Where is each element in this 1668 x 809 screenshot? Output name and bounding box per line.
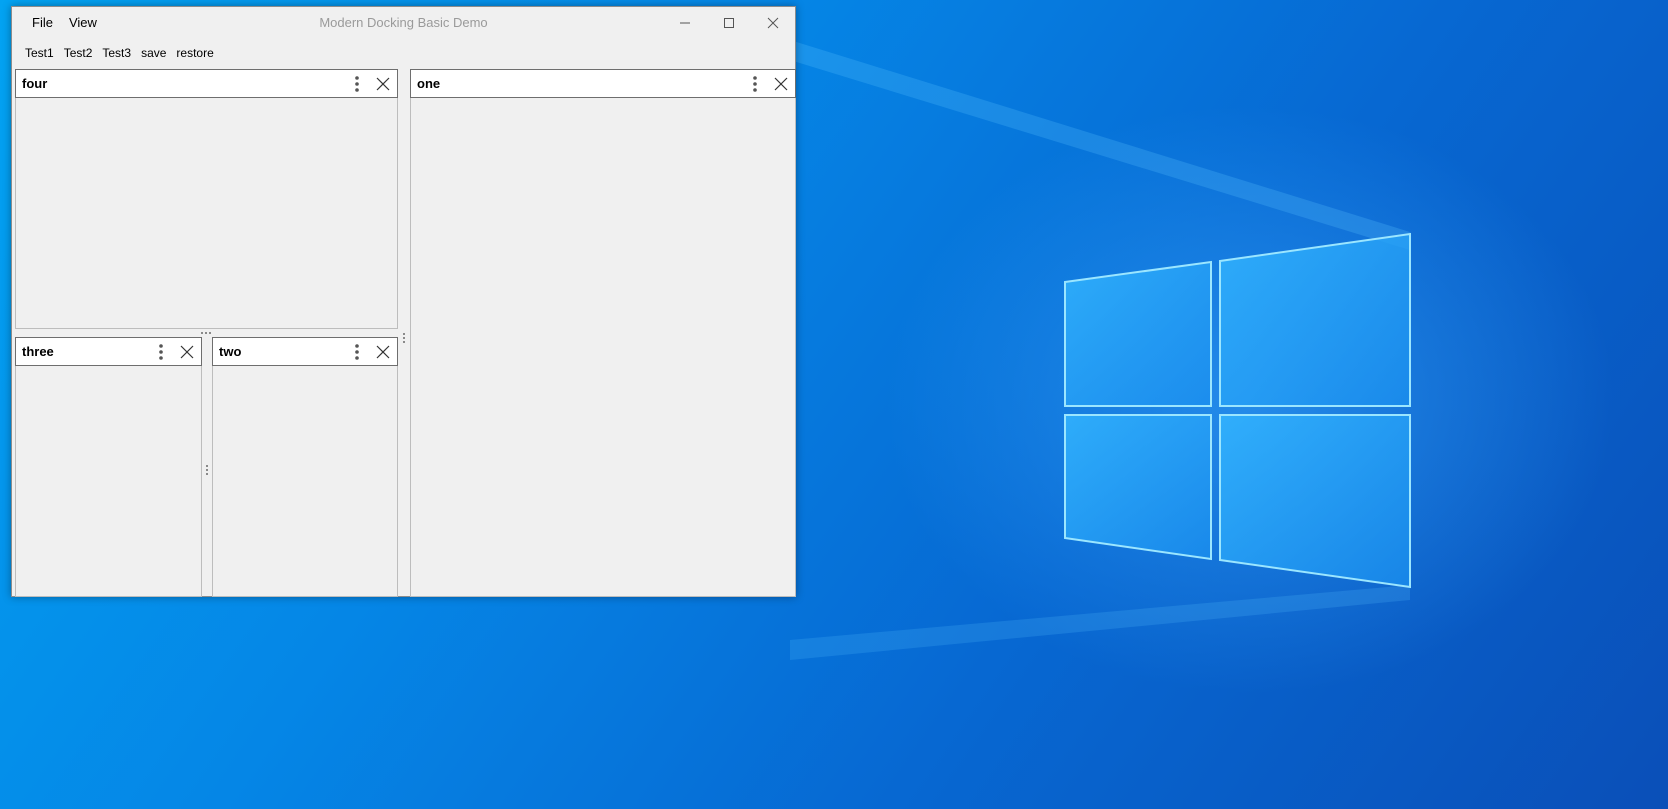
toolbar-test1[interactable]: Test1 <box>20 46 59 60</box>
vertical-ellipsis-icon <box>355 75 359 92</box>
splitter-left-horizontal[interactable] <box>15 329 398 337</box>
toolbar-test2[interactable]: Test2 <box>59 46 98 60</box>
minimize-icon <box>680 22 690 24</box>
close-icon <box>774 77 788 90</box>
close-button[interactable] <box>751 7 795 39</box>
panel-header-four[interactable]: four <box>15 69 398 98</box>
menu-file[interactable]: File <box>24 7 61 39</box>
toolbar-restore[interactable]: restore <box>171 46 218 60</box>
maximize-icon <box>724 18 734 28</box>
splitter-grip-dot <box>205 332 207 334</box>
splitter-grip-dot <box>403 337 405 339</box>
vertical-ellipsis-icon <box>753 75 757 92</box>
maximize-button[interactable] <box>707 7 751 39</box>
close-icon <box>376 77 390 90</box>
dock-panel-one: one <box>410 69 796 597</box>
panel-title-two: two <box>219 344 242 359</box>
panel-title-one: one <box>417 76 441 91</box>
panel-menu-button-one[interactable] <box>743 70 767 97</box>
vertical-ellipsis-icon <box>355 343 359 360</box>
title-bar: Modern Docking Basic Demo File View <box>12 7 795 39</box>
window-controls <box>663 7 795 39</box>
splitter-grip-dot <box>206 465 208 467</box>
menu-bar: File View <box>24 7 105 39</box>
splitter-grip-dot <box>201 332 203 334</box>
panel-menu-button-three[interactable] <box>149 338 173 365</box>
splitter-grip-dot <box>403 333 405 335</box>
menu-view[interactable]: View <box>61 7 105 39</box>
panel-title-three: three <box>22 344 54 359</box>
panel-close-button-four[interactable] <box>369 70 397 97</box>
toolbar-test3[interactable]: Test3 <box>97 46 136 60</box>
splitter-main-vertical[interactable] <box>399 69 409 597</box>
minimize-button[interactable] <box>663 7 707 39</box>
app-window: Modern Docking Basic Demo File View Test… <box>11 6 796 597</box>
toolbar-save[interactable]: save <box>136 46 171 60</box>
panel-menu-button-two[interactable] <box>345 338 369 365</box>
splitter-grip-dot <box>209 332 211 334</box>
splitter-grip-dot <box>206 473 208 475</box>
dock-panel-three: three <box>15 337 202 597</box>
splitter-grip-dot <box>206 469 208 471</box>
panel-header-three[interactable]: three <box>15 337 202 366</box>
dock-panel-two: two <box>212 337 398 597</box>
panel-header-two[interactable]: two <box>212 337 398 366</box>
splitter-grip-dot <box>403 341 405 343</box>
panel-menu-button-four[interactable] <box>345 70 369 97</box>
panel-title-four: four <box>22 76 48 91</box>
dock-panel-four: four <box>15 69 398 329</box>
close-icon <box>767 17 779 29</box>
panel-close-button-three[interactable] <box>173 338 201 365</box>
toolbar: Test1 Test2 Test3 save restore <box>20 41 219 65</box>
splitter-bottom-vertical[interactable] <box>202 337 212 597</box>
panel-close-button-one[interactable] <box>767 70 795 97</box>
panel-header-one[interactable]: one <box>410 69 796 98</box>
vertical-ellipsis-icon <box>159 343 163 360</box>
close-icon <box>180 345 194 358</box>
panel-close-button-two[interactable] <box>369 338 397 365</box>
close-icon <box>376 345 390 358</box>
